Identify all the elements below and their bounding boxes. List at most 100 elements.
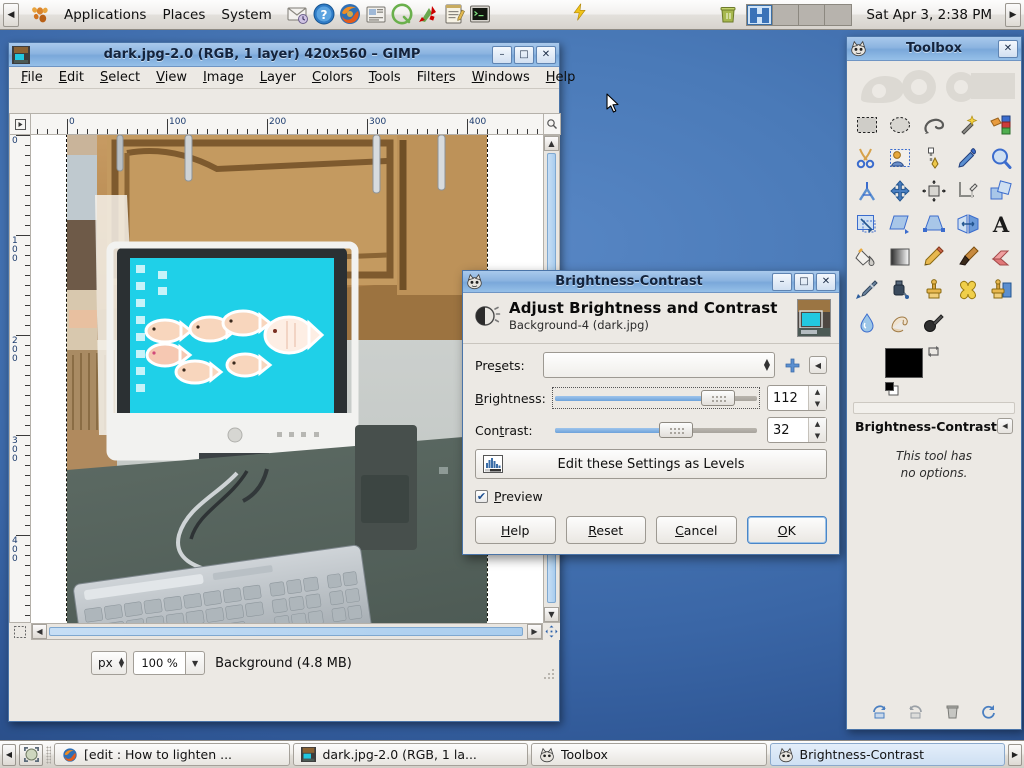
brightness-slider[interactable] [552,387,760,409]
ellipse-select-tool[interactable] [885,109,917,140]
workspace-2[interactable] [773,4,800,25]
crop-tool[interactable] [952,175,984,206]
move-tool[interactable] [885,175,917,206]
navigation-preview-button[interactable] [543,623,560,640]
blur-sharpen-tool[interactable] [851,307,883,338]
help-button[interactable]: Help [475,516,556,544]
dialog-close-button[interactable]: ✕ [816,272,836,291]
scissors-select-tool[interactable] [851,142,883,173]
menu-windows[interactable]: Windows [464,68,538,87]
quick-mask-toggle-button[interactable] [9,623,31,640]
save-tool-options-icon[interactable] [869,701,889,721]
menu-system[interactable]: System [213,5,279,25]
edit-as-levels-button[interactable]: Edit these Settings as Levels [475,449,827,479]
toolbox-indicator-area[interactable] [853,402,1015,414]
task-brightness-contrast[interactable]: Brightness-Contrast [769,743,1005,766]
unit-selector[interactable]: px ▲ ▼ [91,651,128,675]
canvas-horizontal-scrollbar[interactable]: ◀ ▶ [31,623,543,640]
foreground-select-tool[interactable] [885,142,917,173]
scroll-left-arrow[interactable]: ◀ [32,624,47,639]
menu-select[interactable]: Select [92,68,148,87]
contrast-spinbox[interactable]: 32 ▲ ▼ [767,417,827,443]
ink-tool[interactable] [885,274,917,305]
brightness-value[interactable]: 112 [768,386,808,410]
menu-edit[interactable]: Edit [51,68,92,87]
eraser-tool[interactable] [985,241,1017,272]
image-window-titlebar[interactable]: dark.jpg-2.0 (RGB, 1 layer) 420x560 – GI… [9,43,559,67]
dialog-minimize-button[interactable]: – [772,272,792,291]
image-minimize-button[interactable]: – [492,45,512,64]
presets-combo[interactable]: ▲ ▼ [543,352,775,378]
perspective-tool[interactable] [918,208,950,239]
cancel-button[interactable]: Cancel [656,516,737,544]
delete-tool-options-icon[interactable] [942,701,962,721]
blend-tool[interactable] [885,241,917,272]
scale-tool[interactable] [851,208,883,239]
free-select-tool[interactable] [918,109,950,140]
workspace-3[interactable] [799,4,826,25]
news-reader-icon[interactable] [364,2,390,28]
horizontal-ruler[interactable]: 0 100 200 300 400 [31,113,543,135]
taskbar-expand-button[interactable]: ▶ [1008,743,1022,766]
plus-icon[interactable] [781,354,803,376]
workspace-1[interactable] [747,4,774,25]
restore-tool-options-icon[interactable] [906,701,926,721]
ruler-origin-button[interactable] [9,113,31,135]
menu-tools[interactable]: Tools [361,68,409,87]
flip-tool[interactable] [952,208,984,239]
text-tool[interactable]: A [985,208,1017,239]
foreground-color-swatch[interactable] [885,348,923,378]
mail-icon[interactable] [286,2,312,28]
scroll-down-arrow[interactable]: ▼ [544,607,559,622]
airbrush-tool[interactable] [851,274,883,305]
menu-image[interactable]: Image [195,68,252,87]
contrast-slider[interactable] [553,420,759,440]
dialog-titlebar[interactable]: Brightness-Contrast – □ ✕ [463,271,839,293]
preview-checkbox[interactable]: ✔ [475,490,488,503]
shear-tool[interactable] [885,208,917,239]
show-desktop-icon[interactable] [19,743,43,766]
rect-select-tool[interactable] [851,109,883,140]
toolbox-titlebar[interactable]: Toolbox ✕ [847,37,1021,61]
clone-tool[interactable] [918,274,950,305]
menu-help[interactable]: Help [538,68,584,87]
preset-menu-icon[interactable]: ◀ [809,356,827,374]
unit-spin-arrows[interactable]: ▲ ▼ [119,657,124,669]
image-close-button[interactable]: ✕ [536,45,556,64]
task-toolbox[interactable]: Toolbox [531,743,767,766]
horizontal-scroll-thumb[interactable] [49,627,523,636]
rotate-tool[interactable] [985,175,1017,206]
menu-places[interactable]: Places [154,5,213,25]
contrast-value[interactable]: 32 [768,418,808,442]
menu-layer[interactable]: Layer [252,68,304,87]
reset-colors-icon[interactable] [885,382,899,399]
inkscape-icon[interactable] [416,2,442,28]
by-color-select-tool[interactable] [985,109,1017,140]
menu-filters[interactable]: Filters [409,68,464,87]
toolbox-close-button[interactable]: ✕ [998,39,1018,58]
smudge-tool[interactable] [885,307,917,338]
paintbrush-tool[interactable] [952,241,984,272]
taskbar-grip[interactable] [46,745,51,764]
perspective-clone-tool[interactable] [985,274,1017,305]
clock[interactable]: Sat Apr 3, 2:38 PM [856,7,1002,23]
panel-hide-button-left[interactable]: ◀ [3,2,19,27]
zoom-level-input[interactable]: 100 % [133,651,186,675]
quod-libet-icon[interactable] [390,2,416,28]
vertical-ruler[interactable]: 0 100 200 300 400 [9,135,31,623]
workspace-switcher[interactable] [746,3,853,26]
contrast-spin-buttons[interactable]: ▲ ▼ [808,418,826,442]
brightness-spin-buttons[interactable]: ▲ ▼ [808,386,826,410]
reset-button[interactable]: Reset [565,516,646,544]
task-firefox[interactable]: [edit : How to lighten ... [54,743,290,766]
presets-spin-arrows[interactable]: ▲ ▼ [764,358,770,372]
alignment-tool[interactable] [918,175,950,206]
healing-tool[interactable] [952,274,984,305]
swap-colors-icon[interactable] [927,345,939,357]
zoom-dropdown-button[interactable]: ▼ [185,651,206,675]
fuzzy-select-tool[interactable] [952,109,984,140]
panel-hide-button-right[interactable]: ▶ [1005,2,1021,27]
zoom-image-button[interactable] [543,113,561,135]
terminal-icon[interactable] [468,2,494,28]
tool-options-menu-icon[interactable]: ◀ [997,418,1013,434]
